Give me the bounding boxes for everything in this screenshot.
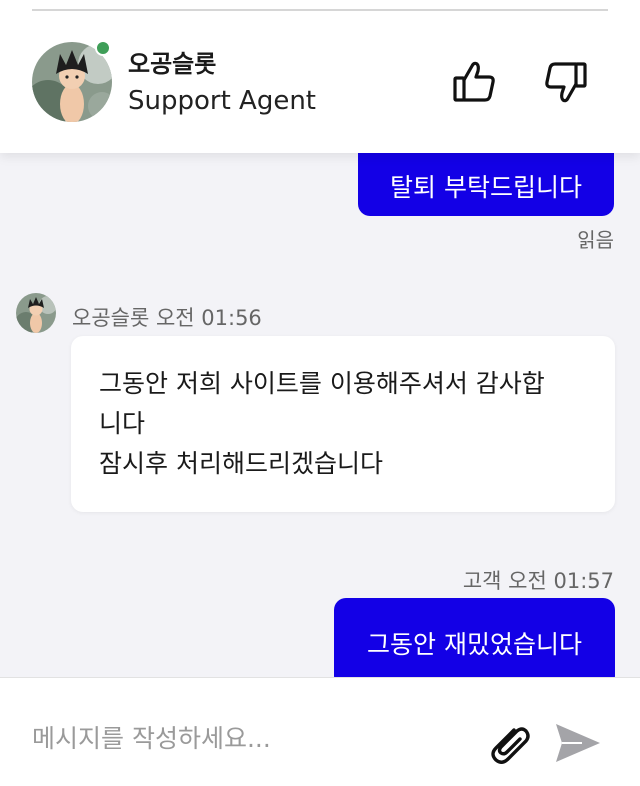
header-divider bbox=[32, 9, 608, 11]
send-button[interactable] bbox=[552, 720, 604, 766]
message-input[interactable] bbox=[32, 718, 452, 758]
message-text-line: 잠시후 처리해드리겠습니다 bbox=[99, 449, 383, 478]
message-text-line: 그동안 저희 사이트를 이용해주셔서 감사합 bbox=[99, 369, 545, 398]
thumbs-down-icon bbox=[542, 62, 590, 109]
agent-name: 오공슬롯 bbox=[128, 50, 217, 78]
message-text-line: 니다 bbox=[99, 409, 146, 438]
thumbs-down-button[interactable] bbox=[542, 58, 590, 106]
customer-message-meta: 고객 오전 01:57 bbox=[462, 569, 614, 593]
message-text: 탈퇴 부탁드립니다 bbox=[390, 173, 582, 202]
send-icon bbox=[552, 724, 604, 769]
attach-button[interactable] bbox=[484, 718, 534, 768]
online-status-dot bbox=[95, 40, 111, 56]
thumbs-up-icon bbox=[450, 61, 498, 109]
message-text: 그동안 재밌었습니다 bbox=[367, 630, 582, 659]
thumbs-up-button[interactable] bbox=[450, 58, 498, 106]
agent-message-meta: 오공슬롯 오전 01:56 bbox=[72, 306, 262, 330]
agent-role: Support Agent bbox=[128, 86, 317, 116]
chat-header: 오공슬롯 Support Agent bbox=[0, 0, 640, 153]
customer-message-bubble: 그동안 재밌었습니다 bbox=[334, 598, 615, 688]
read-status: 읽음 bbox=[577, 228, 614, 252]
paperclip-icon bbox=[484, 727, 534, 771]
agent-message-bubble: 그동안 저희 사이트를 이용해주셔서 감사합 니다 잠시후 처리해드리겠습니다 bbox=[71, 336, 615, 512]
message-composer bbox=[0, 677, 640, 786]
agent-avatar-small bbox=[16, 293, 56, 333]
